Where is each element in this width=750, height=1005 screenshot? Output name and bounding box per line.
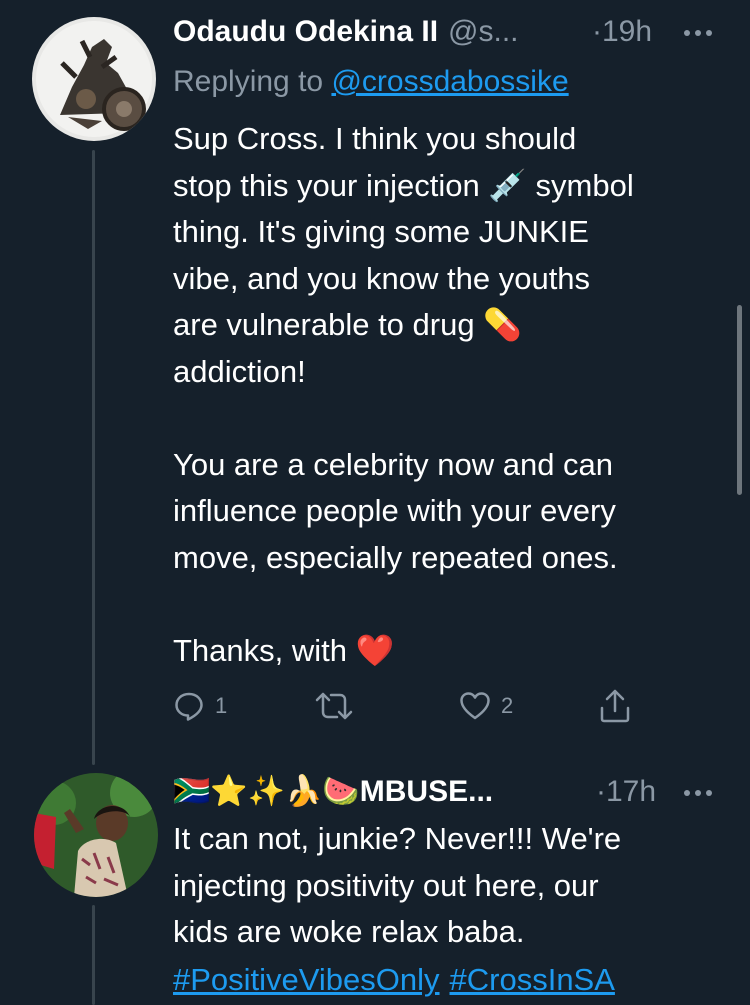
- share-button[interactable]: [598, 688, 632, 724]
- tweet-time[interactable]: ·17h: [596, 774, 656, 810]
- tweet-text-line: injecting positivity out here, our: [173, 867, 599, 903]
- reply-icon: [175, 692, 203, 721]
- replying-to-label: Replying to: [173, 65, 324, 98]
- like-button[interactable]: 2: [459, 690, 513, 722]
- heart-icon: [460, 692, 490, 720]
- avatar[interactable]: [34, 773, 158, 897]
- tweet-text-line: are vulnerable to drug 💊: [173, 307, 522, 342]
- paragraph-break: [173, 581, 733, 628]
- thread-line: [92, 150, 95, 765]
- reply-count: 1: [215, 693, 228, 718]
- tweet-text-line: Thanks, with ❤️: [173, 632, 395, 668]
- replying-to: Replying to @crossdabossike: [173, 64, 569, 100]
- tweet-text-line: Sup Cross. I think you should: [173, 121, 577, 156]
- tweet-text-line: It can not, junkie? Never!!! We're: [173, 821, 622, 856]
- avatar[interactable]: [32, 17, 156, 141]
- tweet-text-line: addiction!: [173, 353, 306, 389]
- hashtags: #PositiveVibesOnly #CrossInSA: [173, 957, 625, 1003]
- tweet-text: It can not, junkie? Never!!! We're injec…: [173, 816, 733, 956]
- more-icon[interactable]: [684, 790, 712, 796]
- tweet-header: Odaudu Odekina II @s...: [173, 14, 519, 50]
- tweet-text-line: kids are woke relax baba.: [173, 914, 525, 949]
- tweet-header: 🇿🇦⭐✨🍌🍉MBUSE...: [173, 774, 493, 810]
- tweet-text-line: move, especially repeated ones.: [173, 539, 618, 575]
- display-name[interactable]: Odaudu Odekina II: [173, 14, 438, 50]
- retweet-icon: [315, 692, 353, 720]
- tweet-text-line: You are a celebrity now and can: [173, 446, 614, 482]
- share-icon: [600, 689, 630, 723]
- thread-line: [92, 905, 95, 1005]
- retweet-button[interactable]: [315, 690, 353, 722]
- tweet-text: Sup Cross. I think you should stop this …: [173, 116, 733, 674]
- scrollbar[interactable]: [737, 305, 742, 495]
- like-count: 2: [501, 693, 514, 718]
- tweet-text-line: stop this your injection 💉 symbol: [173, 167, 634, 203]
- tweet-text-line: vibe, and you know the youths: [173, 260, 591, 296]
- hashtag-link[interactable]: #CrossInSA: [450, 962, 615, 997]
- more-icon[interactable]: [684, 30, 712, 36]
- paragraph-break: [173, 395, 733, 442]
- user-handle[interactable]: @s...: [448, 14, 518, 50]
- tweet-text-line: influence people with your every: [173, 493, 616, 528]
- reply-handle-link[interactable]: @crossdabossike: [331, 65, 568, 98]
- hashtag-link[interactable]: #PositiveVibesOnly: [173, 962, 440, 997]
- reply-button[interactable]: 1: [173, 690, 227, 722]
- tweet-time[interactable]: ·19h: [592, 14, 652, 50]
- tweet-actions: 1 2: [173, 688, 643, 728]
- display-name[interactable]: 🇿🇦⭐✨🍌🍉MBUSE...: [173, 774, 493, 810]
- tweet-text-line: thing. It's giving some JUNKIE: [173, 214, 589, 249]
